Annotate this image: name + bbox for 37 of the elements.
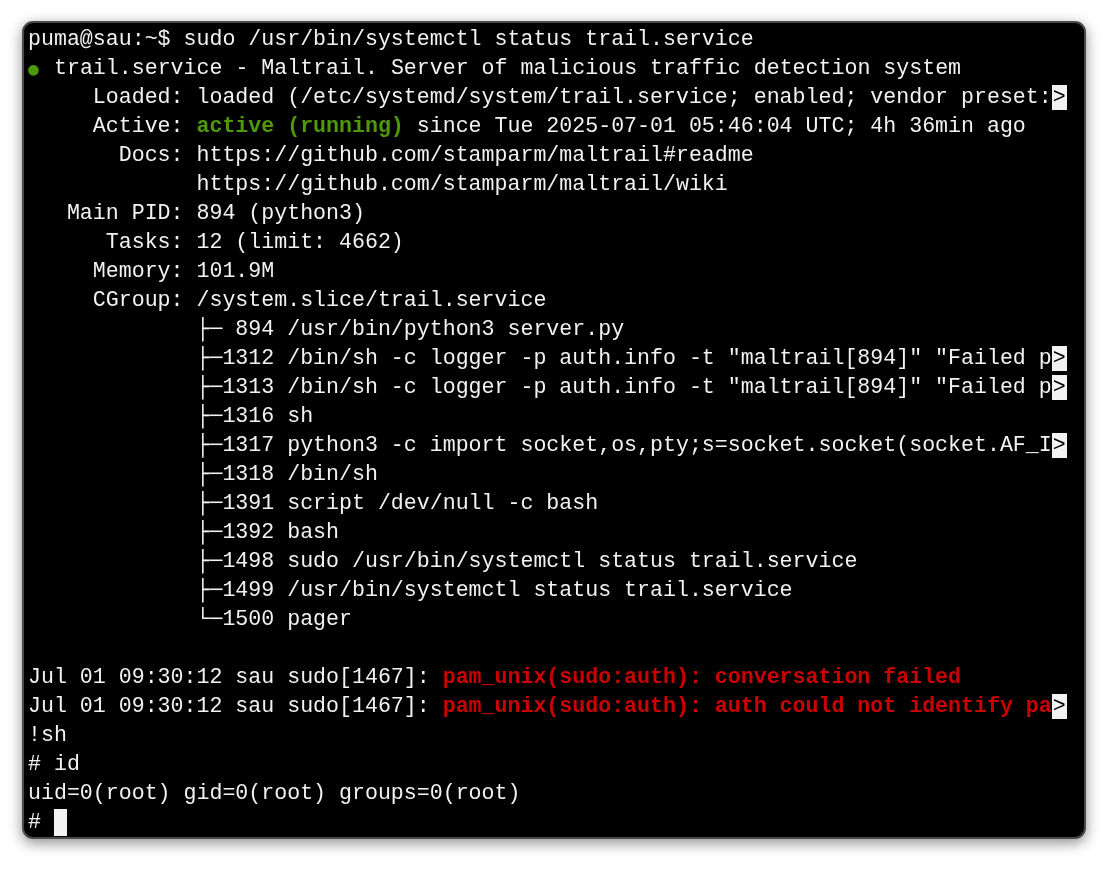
terminal-text: puma@sau:~$ sudo /usr/bin/systemctl status trail.service [28,26,754,53]
terminal-text: Tasks: 12 (limit: 4662) [104,229,404,256]
terminal-text: ├─1317 python3 -c import socket,os,pty;s=socket.socket(socket.AF_I [195,432,1052,460]
terminal-text: !sh [28,722,67,749]
terminal-text: ├─1312 /bin/sh -c logger -p auth.info -t "maltrail[894]" "Failed p [195,345,1052,373]
terminal-text: Memory: 101.9M [91,258,275,285]
status-text: active (running) [196,113,404,140]
terminal-text: Main PID: 894 (python3) [65,200,365,227]
truncation-marker: > [1051,85,1067,110]
truncation-marker: > [1051,433,1067,458]
status-dot: ● [28,57,40,81]
terminal-text: uid=0(root) gid=0(root) groups=0(root) [28,780,521,807]
terminal-text: ├─1499 /usr/bin/systemctl status trail.service [195,577,793,605]
truncation-marker: > [1051,375,1067,400]
terminal-text: Active: [91,113,185,140]
terminal-text: ├─1498 sudo /usr/bin/systemctl status trail.service [195,548,858,576]
terminal-text: ├─1316 sh [195,403,314,431]
terminal-text: trail.service - Maltrail. Server of malicious traffic detection system [52,55,962,82]
truncation-marker: > [1051,346,1067,371]
terminal-text: since Tue 2025-07-01 05:46:04 UTC; 4h 36min ago [415,113,1026,140]
terminal-text: https://github.com/stamparm/maltrail/wiki [195,171,728,198]
terminal-text: └─1500 pager [195,606,352,633]
terminal-text: CGroup: /system.slice/trail.service [91,287,547,314]
terminal-text: # id [28,751,80,778]
error-text: pam_unix(sudo:auth): conversation failed [442,664,961,691]
terminal-text: ├─1313 /bin/sh -c logger -p auth.info -t "maltrail[894]" "Failed p [195,374,1052,402]
truncation-marker: > [1051,694,1067,719]
terminal-text: Jul 01 09:30:12 sau sudo[1467]: [28,664,431,691]
terminal-text: Docs: https://github.com/stamparm/maltrail#readme [117,142,754,169]
terminal-text: Loaded: loaded (/etc/systemd/system/trail.service; enabled; vendor preset: [91,84,1052,111]
terminal-text: ├─1318 /bin/sh [195,461,378,489]
terminal-text: ├─1392 bash [195,519,339,547]
terminal-text: # [28,809,41,836]
error-text: pam_unix(sudo:auth): auth could not identify pa [442,693,1052,720]
terminal-text: Jul 01 09:30:12 sau sudo[1467]: [28,693,431,720]
terminal-text: ├─ 894 /usr/bin/python3 server.py [195,316,625,344]
terminal-text: ├─1391 script /dev/null -c bash [195,490,599,518]
